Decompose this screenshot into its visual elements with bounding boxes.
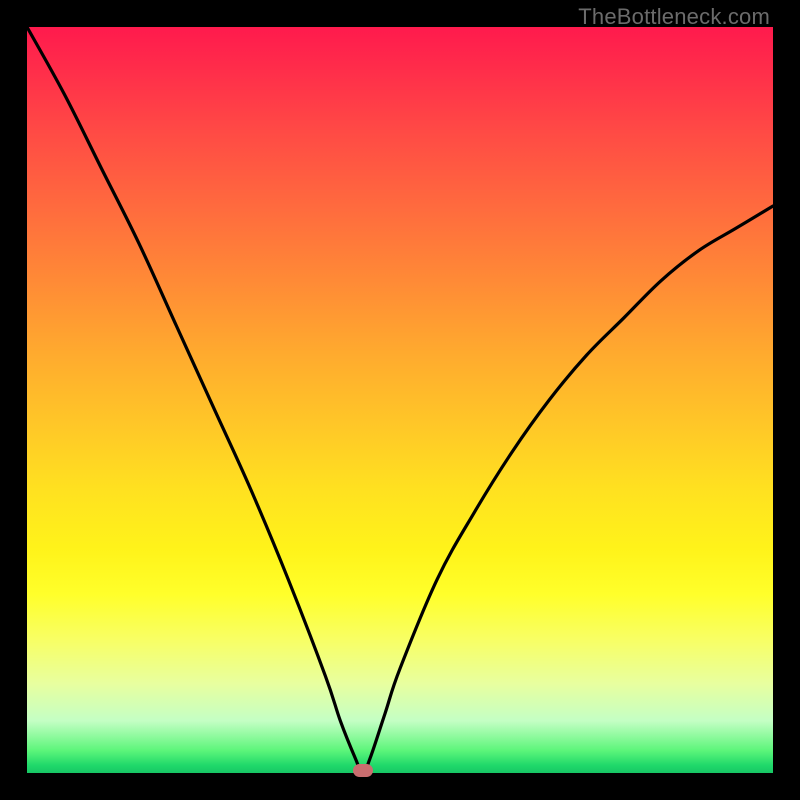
bottleneck-curve — [27, 27, 773, 773]
minimum-marker — [353, 764, 373, 777]
plot-area — [27, 27, 773, 773]
curve-path — [27, 27, 773, 773]
chart-frame: TheBottleneck.com — [0, 0, 800, 800]
